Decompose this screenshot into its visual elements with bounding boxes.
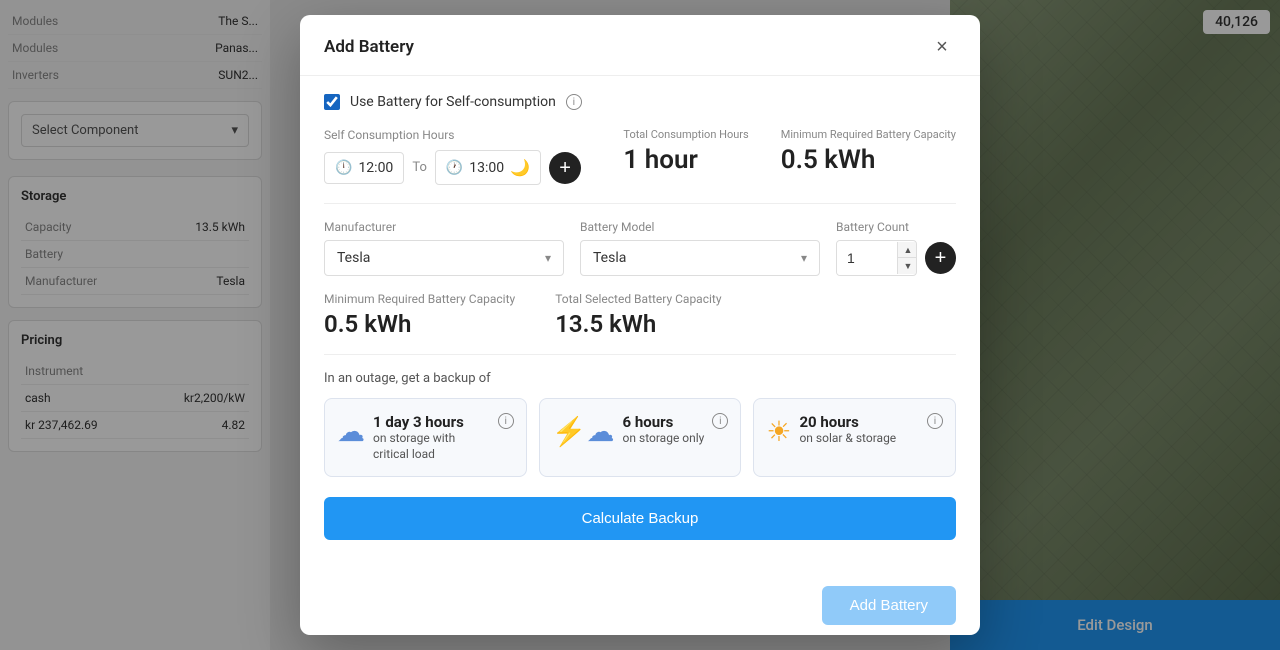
chevron-down-icon-2: ▾ <box>801 251 807 265</box>
backup-card-top-2: ⚡☁ 6 hours on storage only i <box>552 413 729 448</box>
self-consumption-hours-label: Self Consumption Hours <box>324 128 611 142</box>
to-time-input[interactable]: 🕐 13:00 🌙 <box>435 150 541 185</box>
total-selected-label: Total Selected Battery Capacity <box>555 292 721 306</box>
from-time-value: 12:00 <box>358 160 393 176</box>
backup-sub-3: on solar & storage <box>799 431 919 447</box>
battery-count-label: Battery Count <box>836 220 956 234</box>
add-battery-circle-button[interactable]: + <box>925 242 956 274</box>
backup-card-storage: ⚡☁ 6 hours on storage only i <box>539 398 742 477</box>
min-required-value: 0.5 kWh <box>324 310 515 338</box>
min-required-label: Minimum Required Battery Capacity <box>324 292 515 306</box>
to-time-value: 13:00 <box>469 160 504 176</box>
sun-icon: ☀ <box>766 415 791 448</box>
total-consumption-label: Total Consumption Hours <box>623 128 748 141</box>
manufacturer-value: Tesla <box>337 250 370 266</box>
backup-card-top-3: ☀ 20 hours on solar & storage i <box>766 413 943 448</box>
spinner-up[interactable]: ▲ <box>898 242 917 258</box>
modal-footer: Add Battery <box>300 574 980 635</box>
time-inputs: 🕛 12:00 To 🕐 13:00 🌙 + <box>324 150 611 185</box>
manufacturer-label: Manufacturer <box>324 220 564 234</box>
backup-text-3: 20 hours on solar & storage <box>799 413 919 447</box>
battery-model-value: Tesla <box>593 250 626 266</box>
backup-hours-3: 20 hours <box>799 413 919 431</box>
info-icon-card1[interactable]: i <box>498 413 514 429</box>
battery-model-field: Battery Model Tesla ▾ <box>580 220 820 276</box>
backup-text: 1 day 3 hours on storage with critical l… <box>373 413 490 462</box>
capacity-row: Minimum Required Battery Capacity 0.5 kW… <box>324 292 956 338</box>
time-section: Self Consumption Hours 🕛 12:00 To 🕐 13:0… <box>324 128 956 185</box>
to-label: To <box>412 160 427 175</box>
divider-2 <box>324 354 956 355</box>
calculate-backup-button[interactable]: Calculate Backup <box>324 497 956 540</box>
outage-label: In an outage, get a backup of <box>324 371 956 386</box>
backup-text-2: 6 hours on storage only <box>623 413 705 447</box>
battery-count-field: Battery Count ▲ ▼ + <box>836 220 956 276</box>
info-icon[interactable]: i <box>566 94 582 110</box>
cloud-icon: ☁ <box>337 415 365 448</box>
min-battery-stat: Minimum Required Battery Capacity 0.5 kW… <box>781 128 956 175</box>
number-spinners: ▲ ▼ <box>897 242 917 274</box>
battery-model-label: Battery Model <box>580 220 820 234</box>
min-battery-label: Minimum Required Battery Capacity <box>781 128 956 141</box>
add-battery-modal: Add Battery × Use Battery for Self-consu… <box>300 15 980 635</box>
self-consumption-label: Use Battery for Self-consumption <box>350 94 556 110</box>
battery-model-dropdown[interactable]: Tesla ▾ <box>580 240 820 276</box>
backup-card-critical: ☁ 1 day 3 hours on storage with critical… <box>324 398 527 477</box>
add-battery-button[interactable]: Add Battery <box>822 586 956 625</box>
total-consumption-stat: Total Consumption Hours 1 hour <box>623 128 748 175</box>
clock-icon-2: 🕐 <box>446 160 463 176</box>
modal-header: Add Battery × <box>300 15 980 76</box>
info-icon-card3[interactable]: i <box>927 413 943 429</box>
self-consumption-checkbox[interactable] <box>324 94 340 110</box>
backup-card-top: ☁ 1 day 3 hours on storage with critical… <box>337 413 514 462</box>
divider-1 <box>324 203 956 204</box>
add-time-button[interactable]: + <box>549 152 581 184</box>
total-selected-value: 13.5 kWh <box>555 310 721 338</box>
battery-count-field-input[interactable] <box>837 241 897 275</box>
cloud-bolt-icon: ⚡☁ <box>552 415 615 448</box>
time-stats: Total Consumption Hours 1 hour Minimum R… <box>623 128 956 175</box>
time-inputs-group: Self Consumption Hours 🕛 12:00 To 🕐 13:0… <box>324 128 611 185</box>
self-consumption-checkbox-row: Use Battery for Self-consumption i <box>324 94 956 110</box>
modal-body: Use Battery for Self-consumption i Self … <box>300 76 980 574</box>
close-button[interactable]: × <box>928 33 956 61</box>
backup-hours-2: 6 hours <box>623 413 705 431</box>
min-battery-value: 0.5 kWh <box>781 145 956 175</box>
total-selected-capacity: Total Selected Battery Capacity 13.5 kWh <box>555 292 721 338</box>
battery-count-input[interactable]: ▲ ▼ <box>836 240 917 276</box>
min-required-capacity: Minimum Required Battery Capacity 0.5 kW… <box>324 292 515 338</box>
backup-card-solar: ☀ 20 hours on solar & storage i <box>753 398 956 477</box>
spinner-down[interactable]: ▼ <box>898 258 917 274</box>
moon-icon: 🌙 <box>510 158 530 177</box>
backup-hours: 1 day 3 hours <box>373 413 490 431</box>
manufacturer-field: Manufacturer Tesla ▾ <box>324 220 564 276</box>
modal-overlay: Add Battery × Use Battery for Self-consu… <box>0 0 1280 650</box>
manufacturer-dropdown[interactable]: Tesla ▾ <box>324 240 564 276</box>
backup-cards: ☁ 1 day 3 hours on storage with critical… <box>324 398 956 477</box>
chevron-down-icon: ▾ <box>545 251 551 265</box>
from-time-input[interactable]: 🕛 12:00 <box>324 152 404 184</box>
total-consumption-value: 1 hour <box>623 145 748 175</box>
manufacturer-row: Manufacturer Tesla ▾ Battery Model Tesla… <box>324 220 956 276</box>
backup-sub-2: on storage only <box>623 431 705 447</box>
info-icon-card2[interactable]: i <box>712 413 728 429</box>
clock-icon: 🕛 <box>335 160 352 176</box>
backup-sub: on storage with critical load <box>373 431 490 462</box>
modal-title: Add Battery <box>324 37 414 57</box>
